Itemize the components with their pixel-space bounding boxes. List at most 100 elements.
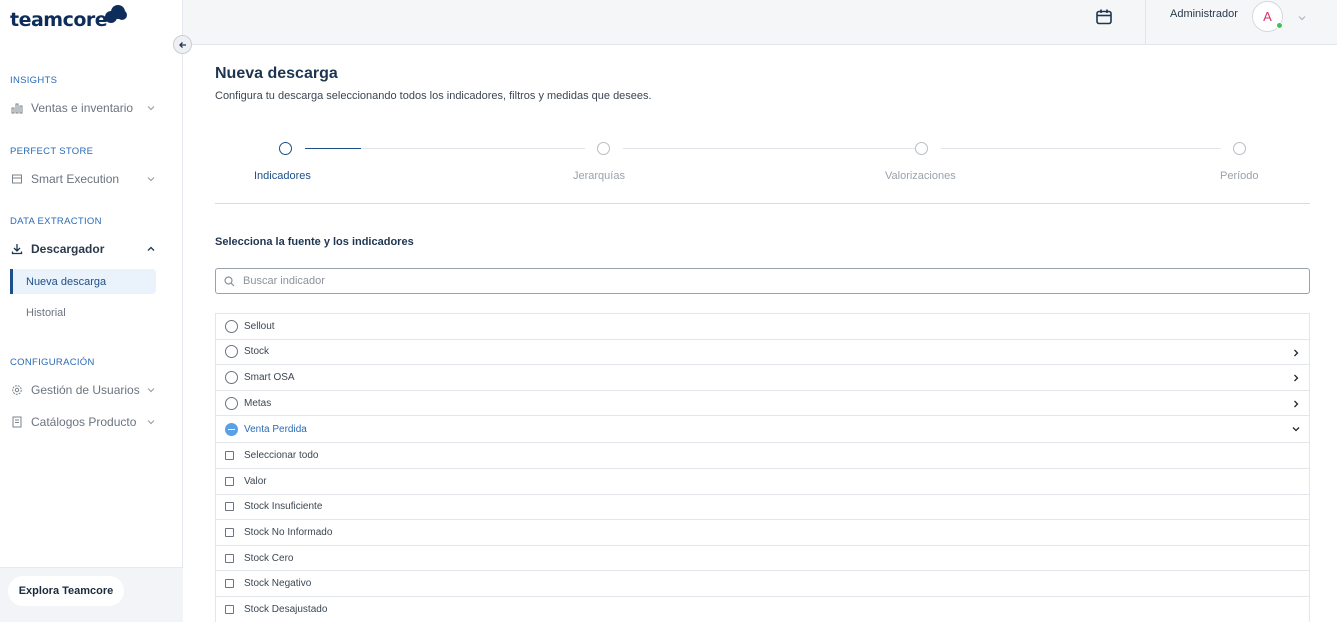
section-title-data-extraction: DATA EXTRACTION [10, 216, 102, 227]
page-subtitle: Configura tu descarga seleccionando todo… [215, 90, 652, 102]
bar-chart-icon [10, 101, 24, 115]
sidebar-item-smart-execution[interactable]: Smart Execution [10, 168, 160, 190]
list-item-metas[interactable]: Metas [216, 391, 1309, 417]
sidebar-subitem-nueva-descarga[interactable]: Nueva descarga [10, 269, 156, 294]
radio-button[interactable] [225, 319, 238, 333]
checkbox[interactable] [225, 451, 234, 461]
sidebar-item-label: Descargador [31, 242, 105, 256]
cloud-icon [103, 5, 128, 23]
section-heading: Selecciona la fuente y los indicadores [215, 236, 414, 248]
checkbox-label: Stock Cero [244, 552, 294, 564]
sidebar-item-label: Ventas e inventario [31, 101, 134, 115]
step-indicator-jerarquias[interactable] [597, 142, 610, 155]
stepper: Indicadores Jerarquías Valorizaciones Pe… [215, 140, 1310, 204]
step-line [623, 148, 915, 149]
sidebar-item-gestion-usuarios[interactable]: Gestión de Usuarios [10, 379, 160, 401]
list-item-label: Metas [244, 397, 272, 409]
search-input[interactable] [243, 275, 1143, 287]
collapse-sidebar-button[interactable] [173, 35, 192, 54]
chevron-down-icon[interactable] [1291, 424, 1301, 437]
checkbox-row-stock-no-informado[interactable]: Stock No Informado [216, 520, 1309, 546]
search-icon [224, 275, 235, 287]
chevron-right-icon[interactable] [1291, 399, 1301, 412]
calendar-icon[interactable] [1095, 8, 1113, 26]
sidebar: teamcore INSIGHTS Ventas e inventario PE… [0, 0, 183, 622]
chevron-right-icon[interactable] [1291, 348, 1301, 361]
explora-panel: Explora Teamcore [0, 567, 183, 622]
logo-text: teamcore [10, 9, 108, 31]
checkbox-row-valor[interactable]: Valor [216, 469, 1309, 495]
checkbox-label: Stock Desajustado [244, 603, 328, 615]
step-progress-line [305, 148, 361, 149]
indicator-source-list: Sellout Stock Smart OSA Metas Venta Perd… [215, 313, 1310, 622]
sidebar-item-label: Catálogos Producto [31, 415, 137, 429]
list-item-label: Venta Perdida [244, 423, 307, 435]
store-icon [10, 172, 24, 186]
checkbox-row-stock-negativo[interactable]: Stock Negativo [216, 571, 1309, 597]
download-icon [10, 242, 24, 256]
list-item-smart-osa[interactable]: Smart OSA [216, 365, 1309, 391]
chevron-down-icon [146, 173, 156, 187]
step-indicator-indicadores[interactable] [279, 142, 292, 155]
checkbox-label: Seleccionar todo [244, 450, 319, 462]
sidebar-item-label: Gestión de Usuarios [31, 383, 140, 397]
search-box[interactable] [215, 268, 1310, 294]
sidebar-item-label: Smart Execution [31, 172, 120, 186]
checkbox-row-seleccionar-todo[interactable]: Seleccionar todo [216, 443, 1309, 469]
sidebar-item-descargador[interactable]: Descargador [10, 238, 160, 260]
explora-teamcore-button[interactable]: Explora Teamcore [8, 576, 124, 606]
chevron-down-icon [146, 416, 156, 430]
topbar-divider [1145, 0, 1146, 44]
step-label-indicadores[interactable]: Indicadores [254, 170, 311, 182]
radio-button[interactable] [225, 370, 238, 384]
list-item-label: Sellout [244, 320, 275, 332]
radio-button[interactable] [225, 345, 238, 359]
arrow-left-icon [178, 41, 186, 48]
checkbox[interactable] [225, 604, 234, 614]
list-item-label: Smart OSA [244, 371, 295, 383]
user-name[interactable]: Administrador [1170, 8, 1238, 20]
section-title-configuracion: CONFIGURACIÓN [10, 357, 95, 368]
radio-button[interactable] [225, 396, 238, 410]
list-item-stock[interactable]: Stock [216, 340, 1309, 366]
step-label-valorizaciones[interactable]: Valorizaciones [885, 170, 956, 182]
checkbox-label: Valor [244, 475, 267, 487]
list-item-sellout[interactable]: Sellout [216, 314, 1309, 340]
step-indicator-valorizaciones[interactable] [915, 142, 928, 155]
checkbox[interactable] [225, 476, 234, 486]
chevron-right-icon[interactable] [1291, 373, 1301, 386]
checkbox-row-stock-desajustado[interactable]: Stock Desajustado [216, 597, 1309, 622]
checkbox-label: Stock Insuficiente [244, 501, 323, 513]
sidebar-item-ventas-inventario[interactable]: Ventas e inventario [10, 97, 160, 119]
checkbox-row-stock-cero[interactable]: Stock Cero [216, 546, 1309, 572]
checkbox[interactable] [225, 527, 234, 537]
checkbox-row-stock-insuficiente[interactable]: Stock Insuficiente [216, 495, 1309, 521]
checkbox-label: Stock Negativo [244, 578, 312, 590]
chevron-down-icon [146, 102, 156, 116]
list-item-label: Stock [244, 346, 270, 358]
step-label-periodo[interactable]: Período [1220, 170, 1259, 182]
sidebar-item-catalogos-producto[interactable]: Catálogos Producto [10, 411, 160, 433]
page-title: Nueva descarga [215, 65, 338, 82]
section-title-insights: INSIGHTS [10, 75, 58, 86]
radio-button-selected[interactable] [225, 422, 238, 436]
list-item-venta-perdida[interactable]: Venta Perdida [216, 416, 1309, 444]
online-status-indicator [1276, 22, 1283, 29]
step-line [361, 148, 585, 149]
checkbox[interactable] [225, 553, 234, 563]
chevron-down-icon [146, 384, 156, 398]
topbar: Administrador A [183, 0, 1337, 45]
step-line [941, 148, 1221, 149]
catalog-icon [10, 415, 24, 429]
step-indicator-periodo[interactable] [1233, 142, 1246, 155]
gear-icon [10, 383, 24, 397]
step-label-jerarquias[interactable]: Jerarquías [573, 170, 625, 182]
checkbox[interactable] [225, 579, 234, 589]
checkbox-label: Stock No Informado [244, 526, 333, 538]
chevron-down-icon[interactable] [1297, 10, 1307, 28]
section-title-perfect-store: PERFECT STORE [10, 146, 94, 157]
chevron-up-icon [146, 243, 156, 257]
teamcore-logo[interactable]: teamcore [10, 2, 128, 38]
sidebar-subitem-historial[interactable]: Historial [10, 300, 156, 325]
checkbox[interactable] [225, 502, 234, 512]
